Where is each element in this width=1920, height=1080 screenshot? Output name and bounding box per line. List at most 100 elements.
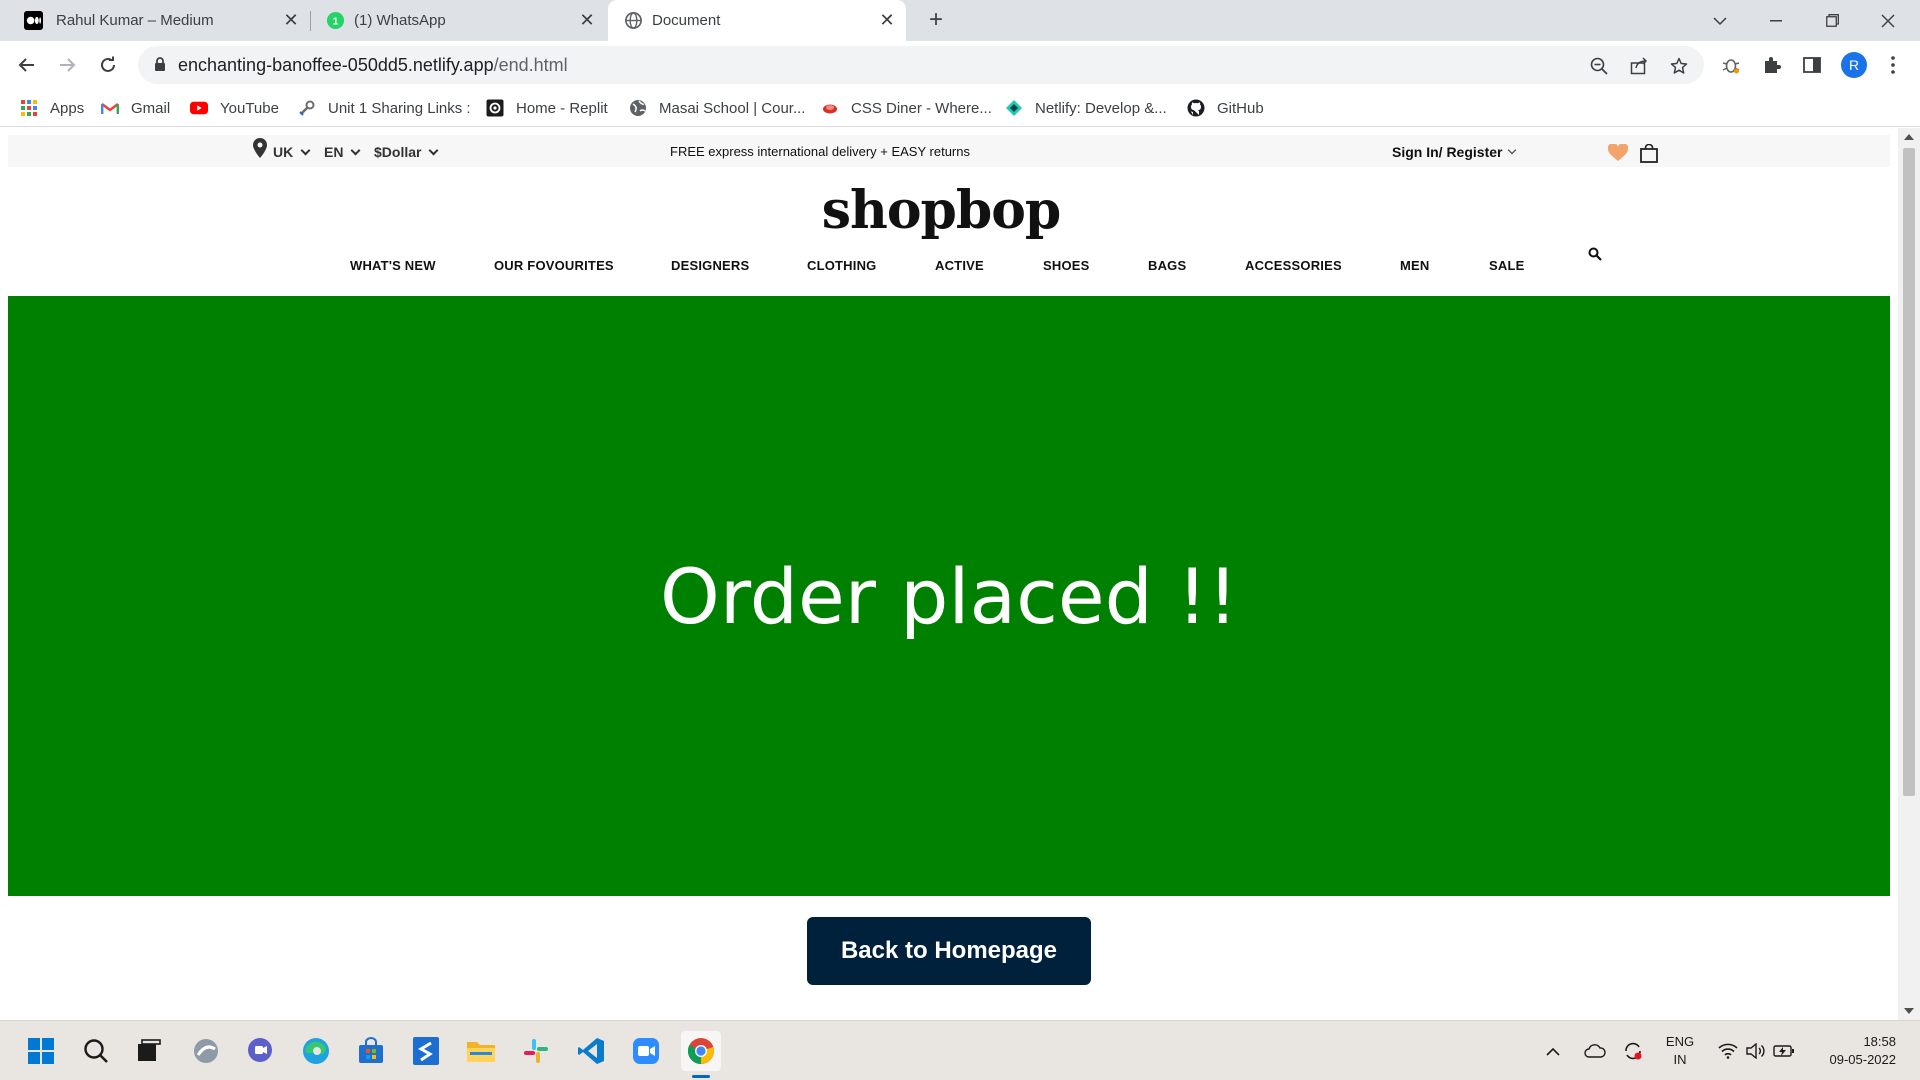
taskbar-vscode[interactable] [571, 1031, 611, 1071]
bookmark-masai[interactable]: Masai School | Cour... [629, 97, 805, 119]
search-icon[interactable] [1588, 247, 1602, 261]
start-button[interactable] [21, 1031, 61, 1071]
language-indicator[interactable]: ENG IN [1660, 1033, 1700, 1069]
scroll-thumb[interactable] [1903, 148, 1915, 796]
restore-button[interactable] [1804, 0, 1860, 41]
close-icon[interactable]: ✕ [878, 11, 896, 29]
lock-icon [155, 57, 165, 71]
bookmark-unit1[interactable]: Unit 1 Sharing Links : [298, 97, 471, 119]
heart-icon[interactable] [1608, 144, 1628, 162]
gmail-icon [101, 103, 119, 114]
edge-icon [303, 1038, 329, 1064]
tray-sync[interactable] [1618, 1021, 1648, 1080]
reload-button[interactable] [94, 51, 122, 79]
tab-document[interactable]: Document ✕ [608, 0, 906, 41]
extensions-menu-button[interactable] [1759, 52, 1785, 78]
country-selector[interactable]: UK [273, 144, 311, 160]
page-scrollbar[interactable] [1898, 128, 1920, 1020]
bookmark-label: Netlify: Develop &... [1035, 99, 1167, 117]
taskbar-search-button[interactable] [76, 1031, 116, 1071]
taskbar-teams-chat[interactable] [240, 1031, 280, 1071]
share-icon [1630, 57, 1648, 75]
puzzle-icon [1765, 57, 1781, 73]
tray-onedrive[interactable] [1580, 1021, 1610, 1080]
vscode-icon [578, 1038, 604, 1064]
order-confirmation-banner: Order placed !! [8, 296, 1890, 896]
tray-volume[interactable] [1742, 1021, 1770, 1080]
currency-selector[interactable]: $Dollar [374, 144, 439, 160]
close-icon[interactable]: ✕ [282, 11, 300, 29]
taskbar-zoom[interactable] [626, 1031, 666, 1071]
back-to-homepage-button[interactable]: Back to Homepage [807, 917, 1091, 985]
site-logo[interactable]: shopbop [0, 180, 1882, 241]
nav-whats-new[interactable]: WHAT'S NEW [350, 258, 436, 273]
close-window-button[interactable] [1860, 0, 1916, 41]
bookmark-gmail[interactable]: Gmail [101, 97, 170, 119]
battery-charging-icon [1773, 1045, 1794, 1057]
side-panel-button[interactable] [1799, 52, 1825, 78]
nav-men[interactable]: MEN [1400, 258, 1430, 273]
nav-active[interactable]: ACTIVE [935, 258, 984, 273]
cloud-icon [1584, 1044, 1606, 1058]
language-selector[interactable]: EN [324, 144, 361, 160]
css-diner-icon [823, 104, 837, 114]
bookmark-apps[interactable]: Apps [20, 97, 84, 119]
share-button[interactable] [1628, 55, 1650, 77]
tray-wifi[interactable] [1714, 1021, 1742, 1080]
scroll-up-arrow-icon[interactable] [1904, 134, 1914, 140]
bookmark-replit[interactable]: Home - Replit [486, 97, 608, 119]
taskbar-store[interactable] [351, 1031, 391, 1071]
extension-button[interactable] [1718, 52, 1744, 78]
task-view-icon [138, 1039, 161, 1061]
nav-clothing[interactable]: CLOTHING [807, 258, 876, 273]
bookmark-label: YouTube [220, 99, 279, 117]
close-icon[interactable]: ✕ [578, 11, 596, 29]
tab-search-button[interactable] [1692, 0, 1748, 41]
minimize-button[interactable] [1748, 0, 1804, 41]
bookmark-netlify[interactable]: Netlify: Develop &... [1005, 97, 1167, 119]
back-button[interactable] [13, 51, 41, 79]
currency-label: $Dollar [374, 144, 422, 160]
taskbar-sublime[interactable] [406, 1031, 446, 1071]
tray-battery[interactable] [1770, 1021, 1798, 1080]
task-view-button[interactable] [129, 1031, 169, 1071]
zoom-button[interactable] [1588, 55, 1610, 77]
taskbar-file-explorer[interactable] [461, 1031, 501, 1071]
nav-our-fovourites[interactable]: OUR FOVOURITES [494, 258, 614, 273]
windows-taskbar: ENG IN 18:58 09-05-2022 [0, 1020, 1920, 1080]
new-tab-button[interactable]: + [922, 6, 950, 34]
forward-button[interactable] [53, 51, 81, 79]
bookmark-github[interactable]: GitHub [1187, 97, 1264, 119]
nav-shoes[interactable]: SHOES [1043, 258, 1090, 273]
shopping-bag-icon[interactable] [1640, 144, 1658, 163]
address-bar[interactable]: enchanting-banoffee-050dd5.netlify.app/e… [138, 46, 1704, 84]
profile-avatar[interactable]: R [1841, 52, 1867, 78]
bookmark-label: Home - Replit [516, 99, 608, 117]
tab-whatsapp[interactable]: 1 (1) WhatsApp ✕ [310, 0, 608, 41]
bookmark-star-button[interactable] [1668, 55, 1690, 77]
scroll-down-arrow-icon[interactable] [1904, 1008, 1914, 1014]
taskbar-widgets[interactable] [186, 1031, 226, 1071]
chrome-icon [687, 1038, 714, 1065]
tray-overflow-button[interactable] [1540, 1021, 1566, 1080]
taskbar-slack[interactable] [516, 1031, 556, 1071]
nav-designers[interactable]: DESIGNERS [671, 258, 749, 273]
taskbar-edge[interactable] [296, 1031, 336, 1071]
sign-in-register-link[interactable]: Sign In/ Register [1392, 144, 1517, 160]
svg-text:1: 1 [333, 16, 339, 27]
bookmark-youtube[interactable]: YouTube [190, 97, 279, 119]
language-label: EN [324, 144, 344, 160]
browser-menu-button[interactable] [1880, 52, 1906, 78]
nav-bags[interactable]: BAGS [1148, 258, 1186, 273]
clock[interactable]: 18:58 09-05-2022 [1810, 1033, 1897, 1069]
taskbar-chrome[interactable] [681, 1031, 721, 1071]
nav-sale[interactable]: SALE [1489, 258, 1524, 273]
clock-time: 18:58 [1863, 1034, 1896, 1049]
bookmark-css-diner[interactable]: CSS Diner - Where... [821, 97, 992, 119]
star-icon [1670, 57, 1688, 74]
zoom-video-icon [633, 1038, 659, 1064]
nav-accessories[interactable]: ACCESSORIES [1245, 258, 1342, 273]
tab-medium[interactable]: Rahul Kumar – Medium ✕ [0, 0, 310, 41]
widgets-icon [194, 1039, 218, 1063]
bookmark-label: CSS Diner - Where... [851, 99, 992, 117]
